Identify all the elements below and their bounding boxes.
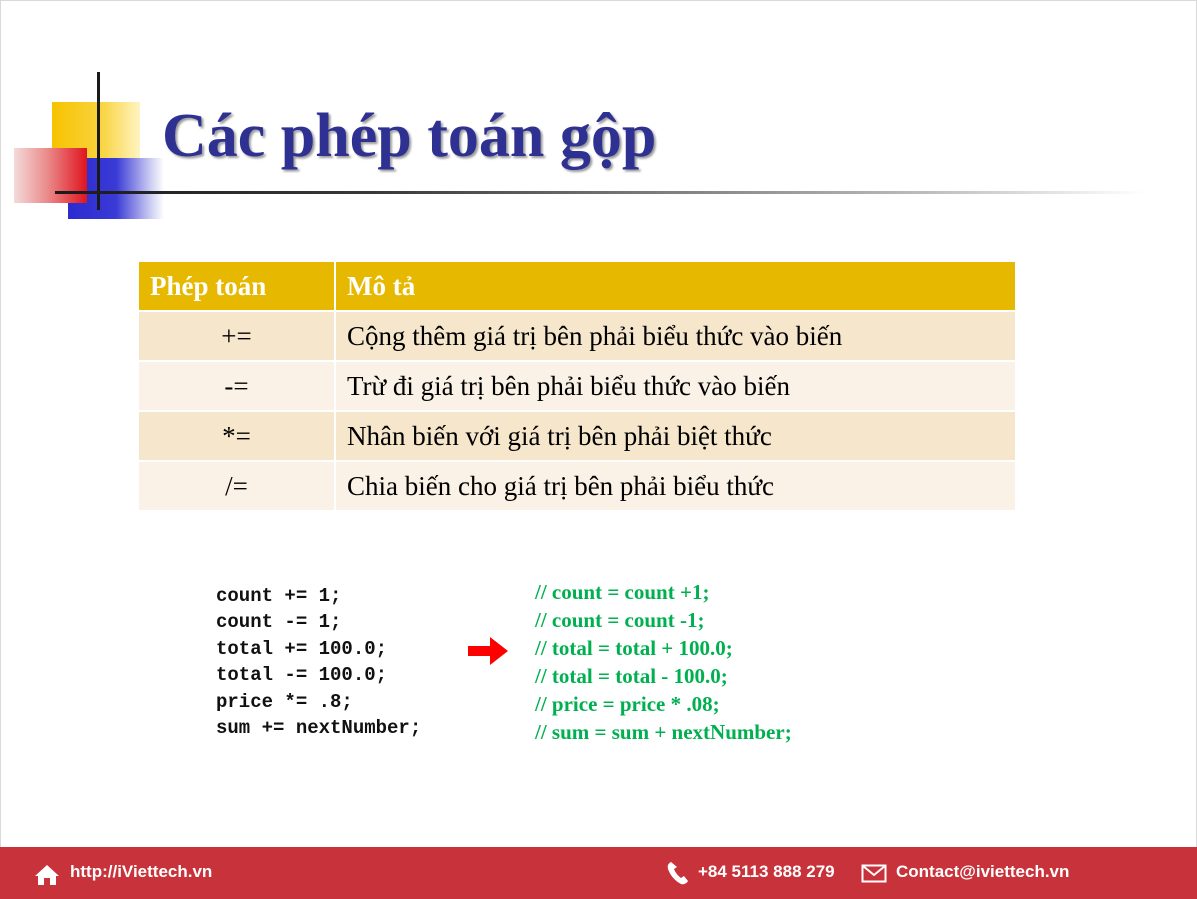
- description-cell: Nhân biến với giá trị bên phải biệt thức: [334, 410, 1017, 462]
- table-row: /= Chia biến cho giá trị bên phải biểu t…: [137, 460, 1017, 512]
- table-row: *= Nhân biến với giá trị bên phải biệt t…: [137, 410, 1017, 462]
- decor-vertical-line: [97, 72, 100, 210]
- footer-phone: +84 5113 888 279: [698, 862, 835, 881]
- slide-title: Các phép toán gộp: [162, 102, 657, 170]
- code-line: count -= 1;: [216, 611, 342, 633]
- header-operator: Phép toán: [137, 260, 336, 312]
- phone-icon: [667, 862, 688, 885]
- code-sample: count += 1; count -= 1; total += 100.0; …: [197, 578, 471, 756]
- operator-cell: -=: [137, 360, 336, 412]
- footer-website-link[interactable]: http://iViettech.vn: [70, 861, 212, 883]
- code-line: sum += nextNumber;: [216, 717, 422, 739]
- comment-line: // price = price * .08;: [535, 692, 720, 716]
- code-line: count += 1;: [216, 585, 342, 607]
- comment-line: // count = count +1;: [535, 580, 710, 604]
- home-icon: [35, 865, 59, 885]
- description-cell: Trừ đi giá trị bên phải biểu thức vào bi…: [334, 360, 1017, 412]
- footer-bar: http://iViettech.vn +84 5113 888 279 Con…: [0, 847, 1197, 899]
- table-header-row: Phép toán Mô tả: [137, 260, 1017, 312]
- comment-line: // total = total - 100.0;: [535, 664, 728, 688]
- code-line: total += 100.0;: [216, 638, 388, 660]
- title-underline: [55, 191, 1145, 194]
- comment-line: // total = total + 100.0;: [535, 636, 733, 660]
- decor-red-square: [14, 148, 87, 203]
- operator-cell: +=: [137, 310, 336, 362]
- comment-line: // count = count -1;: [535, 608, 705, 632]
- operator-cell: *=: [137, 410, 336, 462]
- operator-cell: /=: [137, 460, 336, 512]
- operators-table: Phép toán Mô tả += Cộng thêm giá trị bên…: [137, 260, 1017, 512]
- header-description: Mô tả: [334, 260, 1017, 312]
- code-line: price *= .8;: [216, 691, 353, 713]
- code-line: total -= 100.0;: [216, 664, 388, 686]
- footer-email-link[interactable]: Contact@iviettech.vn: [896, 861, 1069, 883]
- right-arrow-icon: [468, 637, 508, 665]
- envelope-icon: [861, 864, 887, 883]
- table-row: -= Trừ đi giá trị bên phải biểu thức vào…: [137, 360, 1017, 412]
- description-cell: Cộng thêm giá trị bên phải biểu thức vào…: [334, 310, 1017, 362]
- comment-line: // sum = sum + nextNumber;: [535, 720, 792, 744]
- description-cell: Chia biến cho giá trị bên phải biểu thức: [334, 460, 1017, 512]
- table-row: += Cộng thêm giá trị bên phải biểu thức …: [137, 310, 1017, 362]
